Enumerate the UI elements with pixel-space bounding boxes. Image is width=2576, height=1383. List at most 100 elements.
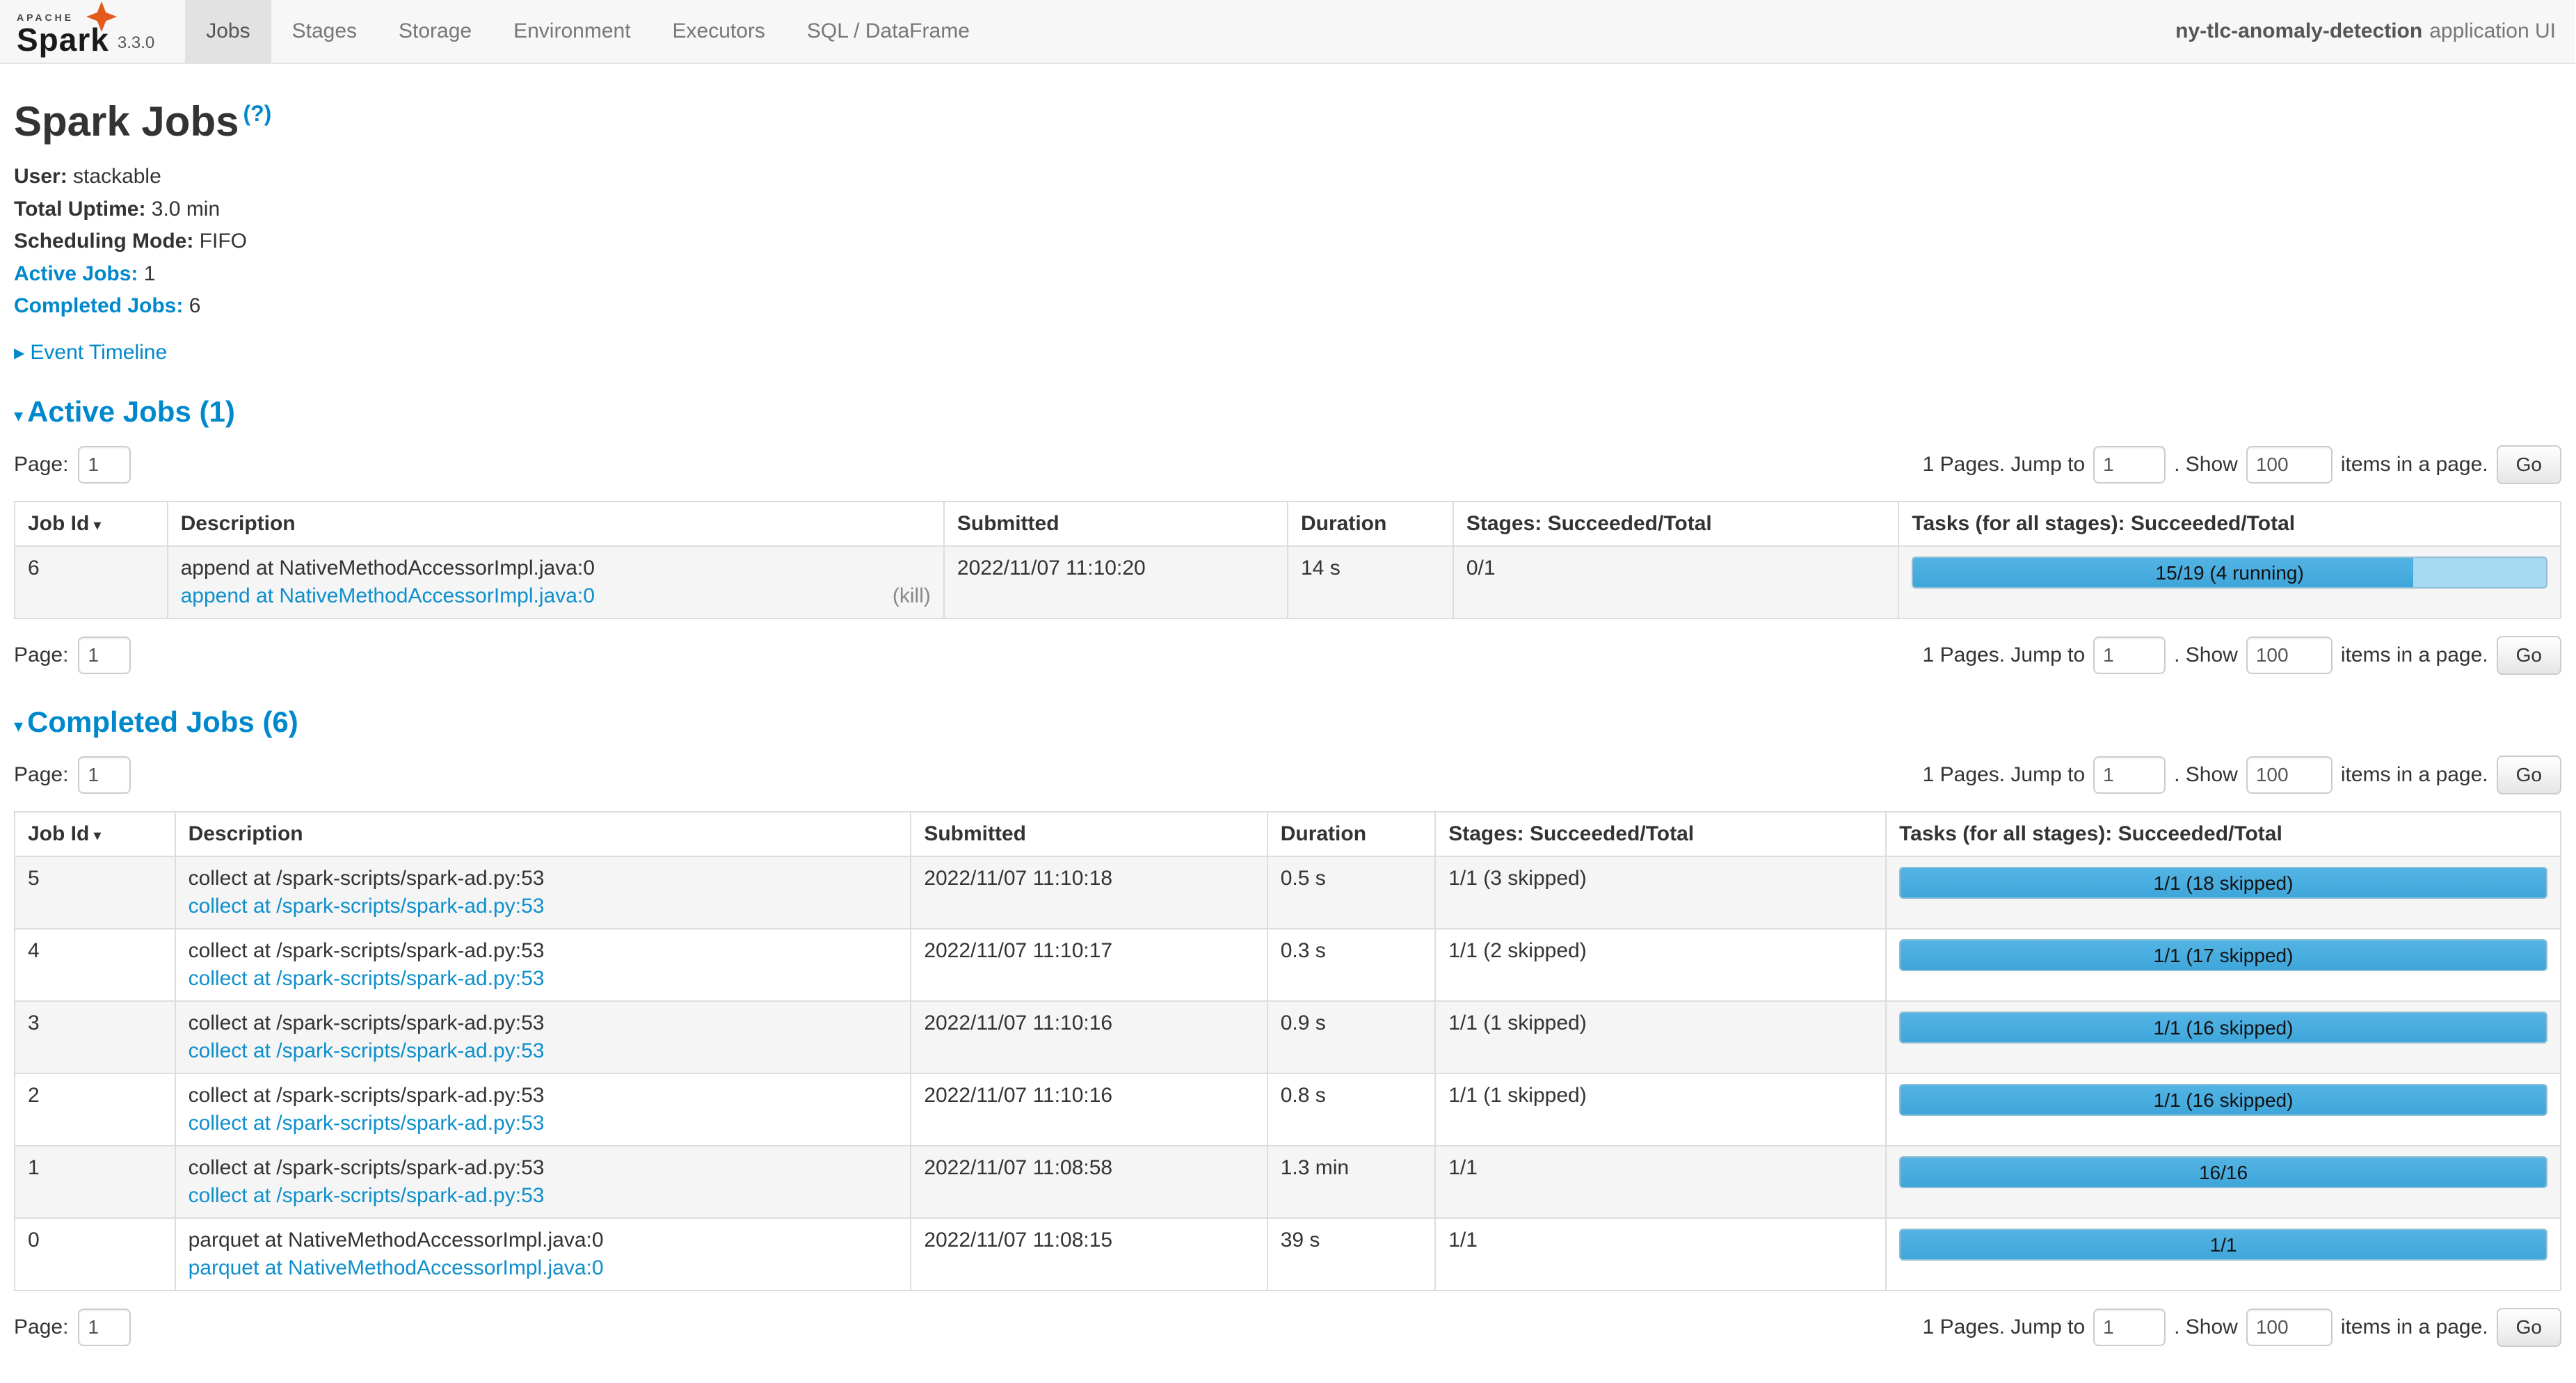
description-cell: collect at /spark-scripts/spark-ad.py:53… (175, 1146, 911, 1218)
go-button[interactable]: Go (2497, 756, 2561, 794)
event-timeline-label: Event Timeline (30, 341, 167, 364)
active-jobs-link[interactable]: Active Jobs: (14, 262, 138, 285)
tab-executors[interactable]: Executors (652, 0, 786, 63)
page-size-input[interactable] (2246, 1309, 2333, 1346)
submitted-cell: 2022/11/07 11:10:17 (911, 929, 1267, 1001)
column-job-id[interactable]: Job Id▾ (15, 812, 175, 856)
go-button[interactable]: Go (2497, 445, 2561, 484)
stages-cell: 1/1 (1 skipped) (1435, 1001, 1886, 1073)
jump-to-input[interactable] (2093, 446, 2166, 483)
summary-uptime: Total Uptime: 3.0 min (14, 198, 2561, 222)
go-button[interactable]: Go (2497, 1308, 2561, 1347)
active-jobs-heading[interactable]: ▾Active Jobs (1) (14, 395, 2561, 429)
summary-active-jobs: Active Jobs: 1 (14, 262, 2561, 287)
show-text: . Show (2174, 763, 2238, 787)
job-description: parquet at NativeMethodAccessorImpl.java… (189, 1229, 898, 1252)
uptime-value: 3.0 min (152, 198, 220, 221)
page-title-text: Spark Jobs (14, 98, 239, 145)
summary-user: User: stackable (14, 165, 2561, 189)
job-description-link[interactable]: parquet at NativeMethodAccessorImpl.java… (189, 1256, 604, 1280)
tasks-cell: 1/1 (18 skipped) (1886, 856, 2561, 929)
page-label: Page: (14, 763, 68, 787)
items-text: items in a page. (2341, 453, 2488, 477)
page-number-input[interactable] (78, 446, 131, 483)
submitted-cell: 2022/11/07 11:10:16 (911, 1001, 1267, 1073)
job-id-cell: 0 (15, 1218, 175, 1290)
job-description-link[interactable]: collect at /spark-scripts/spark-ad.py:53 (189, 967, 545, 991)
job-description-link[interactable]: collect at /spark-scripts/spark-ad.py:53 (189, 1039, 545, 1063)
duration-cell: 39 s (1267, 1218, 1436, 1290)
description-cell: collect at /spark-scripts/spark-ad.py:53… (175, 856, 911, 929)
completed-jobs-link[interactable]: Completed Jobs: (14, 294, 183, 317)
column-submitted[interactable]: Submitted (944, 502, 1288, 546)
sort-desc-icon: ▾ (93, 516, 101, 534)
column-stages[interactable]: Stages: Succeeded/Total (1435, 812, 1886, 856)
tasks-cell: 1/1 (16 skipped) (1886, 1001, 2561, 1073)
job-summary: User: stackable Total Uptime: 3.0 min Sc… (14, 165, 2561, 319)
tasks-progress-bar: 1/1 (17 skipped) (1899, 939, 2547, 971)
submitted-cell: 2022/11/07 11:10:16 (911, 1073, 1267, 1146)
column-duration[interactable]: Duration (1288, 502, 1453, 546)
job-description-link[interactable]: append at NativeMethodAccessorImpl.java:… (181, 584, 595, 608)
items-text: items in a page. (2341, 1316, 2488, 1339)
duration-cell: 0.3 s (1267, 929, 1436, 1001)
duration-cell: 0.9 s (1267, 1001, 1436, 1073)
tab-jobs[interactable]: Jobs (185, 0, 271, 63)
stages-cell: 1/1 (2 skipped) (1435, 929, 1886, 1001)
column-job-id[interactable]: Job Id▾ (15, 502, 168, 546)
collapse-down-icon: ▾ (14, 715, 23, 736)
tasks-progress-bar: 16/16 (1899, 1156, 2547, 1188)
pages-jump-text: 1 Pages. Jump to (1923, 453, 2085, 477)
scheduling-mode-label: Scheduling Mode: (14, 230, 193, 253)
spark-version: 3.3.0 (118, 33, 154, 56)
table-row: 5 collect at /spark-scripts/spark-ad.py:… (15, 856, 2561, 929)
summary-completed-jobs: Completed Jobs: 6 (14, 294, 2561, 319)
table-row: 2 collect at /spark-scripts/spark-ad.py:… (15, 1073, 2561, 1146)
pagination: Page: 1 Pages. Jump to . Show items in a… (14, 756, 2561, 794)
jump-to-input[interactable] (2093, 637, 2166, 674)
progress-label: 15/19 (4 running) (1913, 558, 2546, 587)
tab-environment[interactable]: Environment (493, 0, 651, 63)
spark-ui-page: APACHE Spark 3.3.0 Jobs Stages Storage E… (0, 0, 2575, 1383)
completed-jobs-table: Job Id▾ Description Submitted Duration S… (14, 811, 2561, 1291)
uptime-label: Total Uptime: (14, 198, 145, 221)
active-jobs-count: 1 (144, 262, 156, 285)
page-size-input[interactable] (2246, 446, 2333, 483)
tab-sql-dataframe[interactable]: SQL / DataFrame (786, 0, 991, 63)
tab-storage[interactable]: Storage (378, 0, 493, 63)
summary-scheduling-mode: Scheduling Mode: FIFO (14, 230, 2561, 254)
duration-cell: 14 s (1288, 546, 1453, 618)
help-link[interactable]: (?) (243, 101, 271, 126)
page-size-input[interactable] (2246, 756, 2333, 794)
column-tasks[interactable]: Tasks (for all stages): Succeeded/Total (1886, 812, 2561, 856)
progress-label: 1/1 (1901, 1230, 2546, 1259)
page-label: Page: (14, 1316, 68, 1339)
page-title: Spark Jobs(?) (14, 97, 2561, 145)
column-submitted[interactable]: Submitted (911, 812, 1267, 856)
column-tasks[interactable]: Tasks (for all stages): Succeeded/Total (1898, 502, 2561, 546)
column-stages[interactable]: Stages: Succeeded/Total (1453, 502, 1899, 546)
column-description[interactable]: Description (168, 502, 944, 546)
job-description-link[interactable]: collect at /spark-scripts/spark-ad.py:53 (189, 1112, 545, 1135)
page-size-input[interactable] (2246, 637, 2333, 674)
column-description[interactable]: Description (175, 812, 911, 856)
event-timeline-toggle[interactable]: ▶Event Timeline (14, 341, 2561, 365)
description-cell: collect at /spark-scripts/spark-ad.py:53… (175, 929, 911, 1001)
jump-to-input[interactable] (2093, 756, 2166, 794)
duration-cell: 0.8 s (1267, 1073, 1436, 1146)
go-button[interactable]: Go (2497, 636, 2561, 675)
job-description-link[interactable]: collect at /spark-scripts/spark-ad.py:53 (189, 1184, 545, 1208)
job-description-link[interactable]: collect at /spark-scripts/spark-ad.py:53 (189, 895, 545, 918)
tasks-progress-bar: 15/19 (4 running) (1912, 557, 2547, 589)
page-number-input[interactable] (78, 756, 131, 794)
page-number-input[interactable] (78, 1309, 131, 1346)
spark-logo[interactable]: APACHE Spark 3.3.0 (0, 0, 166, 63)
active-jobs-heading-text: Active Jobs (1) (27, 395, 235, 428)
page-number-input[interactable] (78, 637, 131, 674)
kill-job-link[interactable]: (kill) (893, 584, 931, 608)
completed-jobs-heading[interactable]: ▾Completed Jobs (6) (14, 705, 2561, 739)
column-duration[interactable]: Duration (1267, 812, 1436, 856)
duration-cell: 1.3 min (1267, 1146, 1436, 1218)
jump-to-input[interactable] (2093, 1309, 2166, 1346)
tab-stages[interactable]: Stages (271, 0, 378, 63)
